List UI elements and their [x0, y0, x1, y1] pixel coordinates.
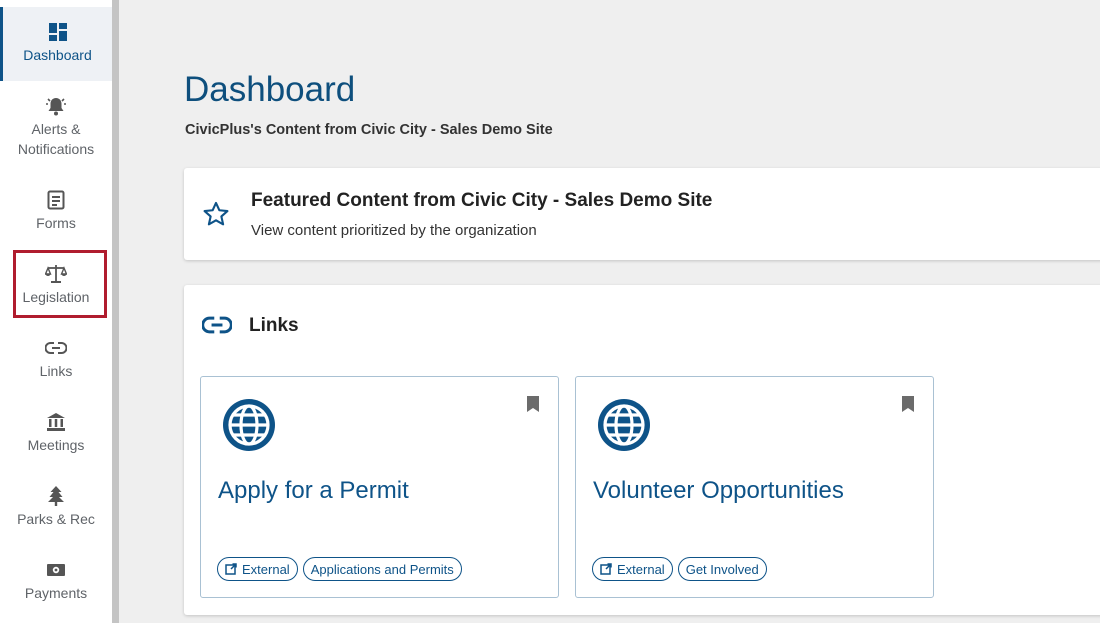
tag-list: External Get Involved — [592, 557, 767, 581]
tag-label: External — [242, 561, 290, 577]
tile-title[interactable]: Apply for a Permit — [218, 477, 409, 505]
sidebar-scrollbar[interactable] — [112, 0, 119, 623]
link-icon — [201, 315, 233, 340]
sidebar-item-meetings[interactable]: Meetings — [0, 397, 112, 471]
tag-label: External — [617, 561, 665, 577]
sidebar-item-alerts[interactable]: Alerts & Notifications — [0, 81, 112, 157]
sidebar-item-links[interactable]: Links — [0, 323, 112, 397]
building-icon — [45, 411, 67, 433]
category-tag[interactable]: Get Involved — [677, 557, 767, 581]
sidebar-item-dashboard[interactable]: Dashboard — [0, 7, 112, 81]
external-tag[interactable]: External — [217, 557, 298, 581]
tile-title[interactable]: Volunteer Opportunities — [593, 477, 844, 505]
sidebar-item-label: Legislation — [22, 289, 90, 305]
sidebar-item-label: Alerts & Notifications — [17, 121, 95, 157]
featured-content-card[interactable]: Featured Content from Civic City - Sales… — [184, 168, 1100, 260]
star-icon — [202, 200, 230, 233]
featured-description: View content prioritized by the organiza… — [251, 222, 537, 239]
links-title: Links — [249, 315, 299, 336]
form-icon — [45, 189, 67, 211]
page-subtitle: CivicPlus's Content from Civic City - Sa… — [185, 122, 553, 138]
sidebar: Dashboard Alerts & Notifications Forms L… — [0, 0, 112, 623]
page-title: Dashboard — [184, 70, 356, 109]
link-tile-volunteer[interactable]: Volunteer Opportunities External Get Inv… — [575, 376, 934, 598]
tag-list: External Applications and Permits — [217, 557, 462, 581]
tree-icon — [45, 485, 67, 507]
bell-icon — [45, 95, 67, 117]
external-link-icon — [600, 563, 612, 575]
scales-icon — [45, 263, 67, 285]
bookmark-icon[interactable] — [901, 395, 915, 418]
external-link-icon — [225, 563, 237, 575]
link-icon — [45, 337, 67, 359]
globe-icon — [596, 397, 652, 458]
sidebar-item-label: Dashboard — [23, 47, 92, 63]
sidebar-item-parks-rec[interactable]: Parks & Rec — [0, 471, 112, 545]
money-icon — [45, 559, 67, 581]
featured-title: Featured Content from Civic City - Sales… — [251, 190, 713, 211]
globe-icon — [221, 397, 277, 458]
sidebar-item-label: Meetings — [27, 437, 85, 453]
sidebar-item-label: Links — [39, 363, 73, 379]
external-tag[interactable]: External — [592, 557, 673, 581]
sidebar-item-label: Parks & Rec — [17, 511, 95, 527]
sidebar-item-payments[interactable]: Payments — [0, 545, 112, 619]
bookmark-icon[interactable] — [526, 395, 540, 418]
sidebar-item-label: Payments — [24, 585, 88, 601]
link-tile-apply-permit[interactable]: Apply for a Permit External Applications… — [200, 376, 559, 598]
links-section: Links Apply for a Permit External Applic… — [184, 285, 1100, 615]
tag-label: Get Involved — [685, 561, 759, 577]
sidebar-item-label: Forms — [36, 215, 76, 231]
category-tag[interactable]: Applications and Permits — [302, 557, 462, 581]
dashboard-icon — [47, 21, 69, 43]
sidebar-item-legislation[interactable]: Legislation — [0, 249, 112, 323]
tag-label: Applications and Permits — [310, 561, 454, 577]
sidebar-item-forms[interactable]: Forms — [0, 175, 112, 249]
